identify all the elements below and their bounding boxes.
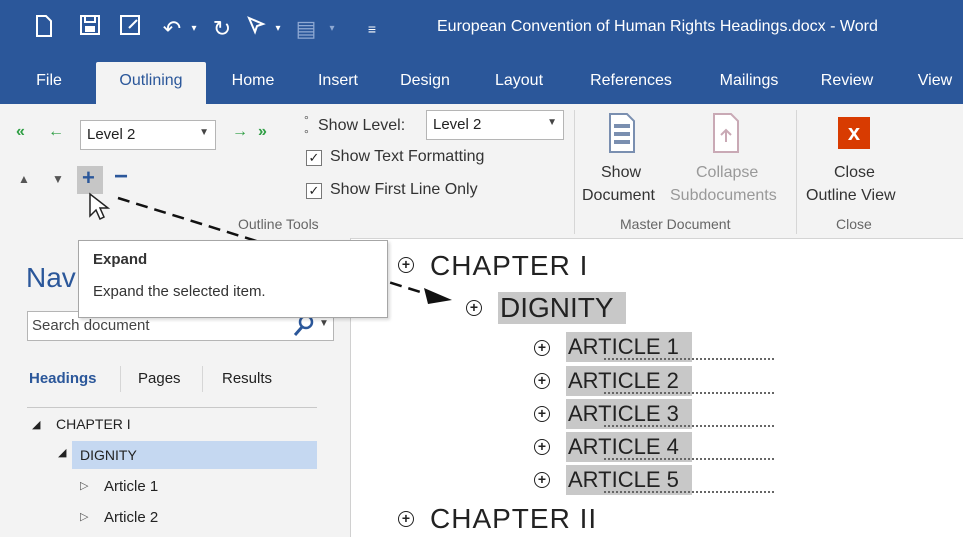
expand-tooltip: Expand Expand the selected item. — [78, 240, 388, 318]
tooltip-body: Expand the selected item. — [93, 283, 266, 300]
tooltip-title: Expand — [93, 251, 148, 268]
